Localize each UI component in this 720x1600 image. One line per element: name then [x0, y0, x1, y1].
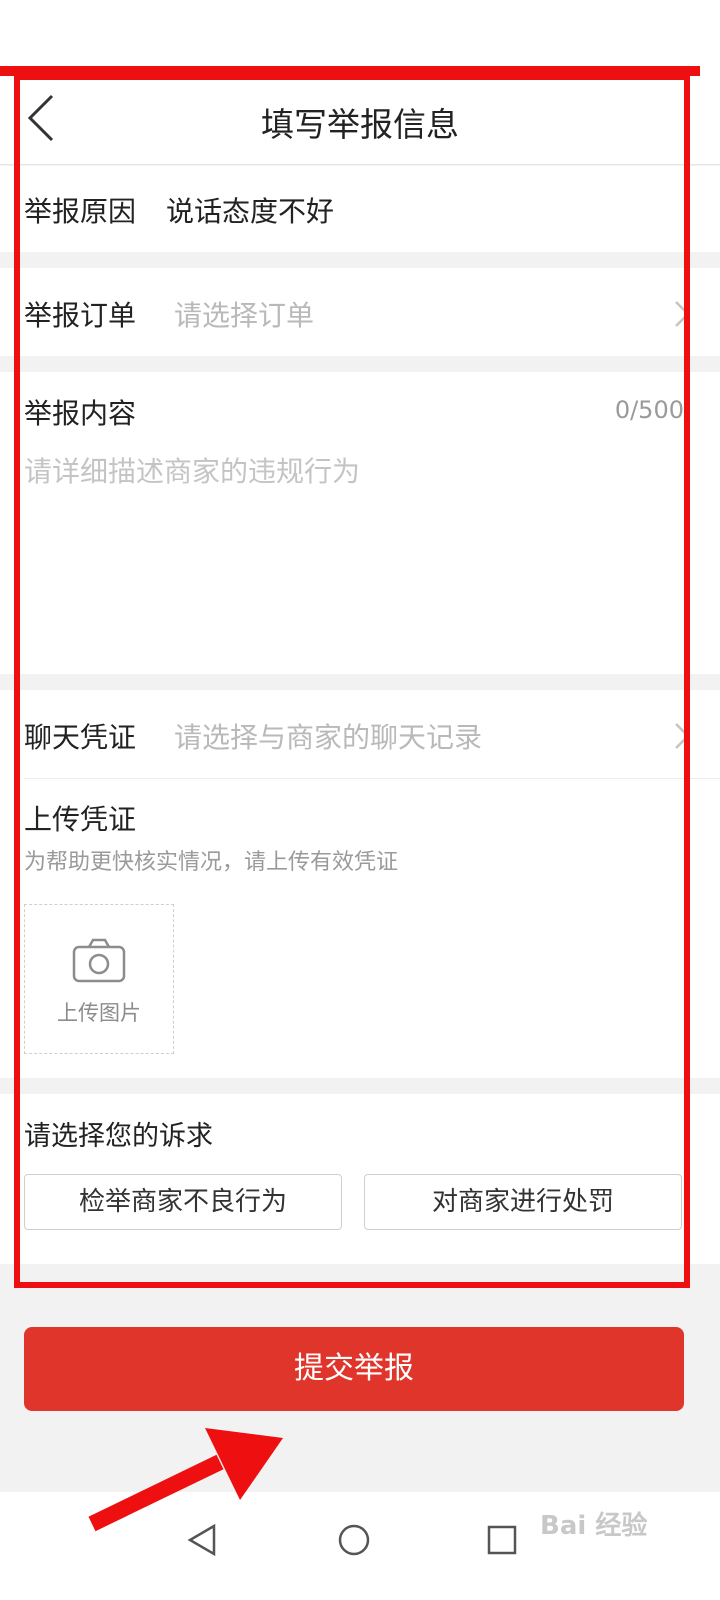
report-order-row[interactable]: 举报订单 请选择订单	[0, 268, 720, 356]
upload-evidence-label: 上传凭证	[24, 803, 137, 836]
chat-evidence-placeholder: 请选择与商家的聊天记录	[174, 721, 483, 754]
report-order-label: 举报订单	[24, 299, 137, 332]
camera-icon	[72, 938, 126, 983]
page-title: 填写举报信息	[261, 105, 459, 144]
report-content-textarea[interactable]: 请详细描述商家的违规行为	[0, 442, 720, 662]
watermark-logo: Bai 经验	[540, 1511, 648, 1541]
report-content-label: 举报内容	[24, 397, 137, 430]
status-bar	[0, 0, 720, 70]
upload-evidence-hint: 为帮助更快核实情况，请上传有效凭证	[24, 850, 399, 875]
divider	[24, 778, 720, 779]
triangle-back-icon[interactable]	[174, 1512, 230, 1568]
appeal-option-report[interactable]: 检举商家不良行为	[24, 1174, 342, 1230]
report-content-placeholder: 请详细描述商家的违规行为	[24, 455, 361, 488]
upload-image-label: 上传图片	[57, 1001, 141, 1025]
report-reason-label: 举报原因	[24, 195, 137, 228]
submit-report-button[interactable]: 提交举报	[24, 1327, 684, 1411]
report-reason-row: 举报原因 说话态度不好	[0, 166, 720, 252]
evidence-section: 聊天凭证 请选择与商家的聊天记录 上传凭证 为帮助更快核实情况，请上传有效凭证 …	[0, 690, 720, 1078]
appeal-section: 请选择您的诉求 检举商家不良行为 对商家进行处罚	[0, 1094, 720, 1264]
chevron-right-icon	[675, 301, 690, 327]
appeal-label: 请选择您的诉求	[24, 1121, 213, 1152]
chevron-right-icon	[675, 723, 690, 749]
report-content-section: 举报内容 0/500 请详细描述商家的违规行为	[0, 372, 720, 674]
appeal-option-penalize[interactable]: 对商家进行处罚	[364, 1174, 682, 1230]
char-counter: 0/500	[614, 396, 684, 424]
square-recents-icon[interactable]	[474, 1512, 530, 1568]
chat-evidence-label: 聊天凭证	[24, 721, 137, 754]
header: 填写举报信息	[0, 70, 720, 165]
circle-home-icon[interactable]	[326, 1512, 382, 1568]
upload-image-button[interactable]: 上传图片	[24, 904, 174, 1054]
chat-evidence-row[interactable]: 聊天凭证 请选择与商家的聊天记录	[0, 690, 720, 778]
report-reason-value: 说话态度不好	[166, 195, 335, 228]
report-order-placeholder: 请选择订单	[174, 299, 315, 332]
